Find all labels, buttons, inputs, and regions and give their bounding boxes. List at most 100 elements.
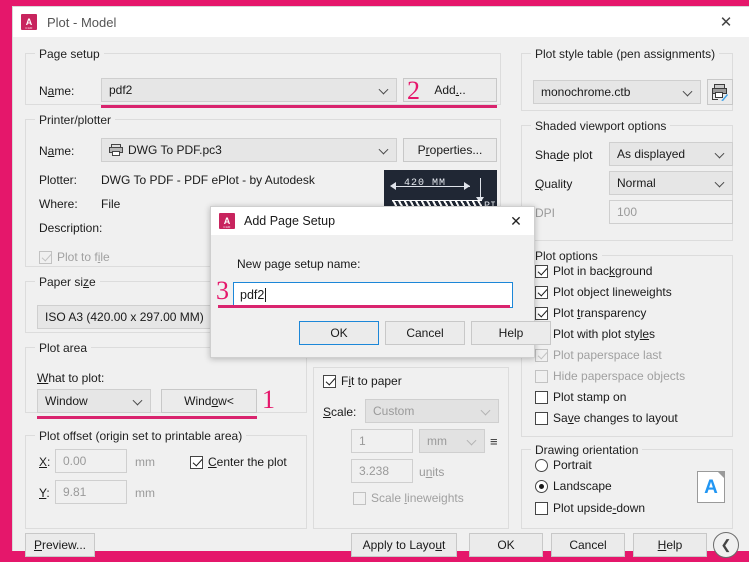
modal-close-button[interactable]: ✕ [498,207,534,235]
paper-size-legend: Paper size [35,275,100,289]
autocad-icon: A CAD [219,213,235,229]
window-button-label: Window< [184,394,234,408]
collapse-panel-button[interactable]: ❮ [713,532,739,558]
chevron-down-icon [684,87,693,96]
plot-option-label: Plot transparency [553,306,647,320]
what-to-plot-combo[interactable]: Window [37,389,151,413]
fit-to-paper-checkbox[interactable]: Fit to paper [323,374,402,388]
scale-value: Custom [373,404,415,418]
window-select-button[interactable]: Window< [161,389,257,413]
cancel-button-label: Cancel [569,538,607,552]
plot-option-label: Plot object lineweights [553,285,672,299]
screenshot-root: A CAD Plot - Model ✕ Page setup Name: pdf… [0,0,749,562]
modal-ok-button[interactable]: OK [299,321,379,345]
shade-plot-combo[interactable]: As displayed [609,142,733,166]
help-button-label: Help [657,538,683,552]
quality-combo[interactable]: Normal [609,171,733,195]
plot-style-edit-button[interactable] [707,79,733,105]
what-to-plot-value: Window [45,394,88,408]
plot-to-file-label: Plot to file [57,250,110,264]
plot-paperspace-last-checkbox[interactable]: Plot paperspace last [535,348,662,362]
annotation-underline-2 [101,105,497,108]
scale-lineweights-checkbox[interactable]: Scale lineweights [353,491,464,505]
plot-stamp-on-checkbox[interactable]: Plot stamp on [535,390,626,404]
apply-to-layout-button[interactable]: Apply to Layout [351,533,457,557]
landscape-label: Landscape [553,479,612,493]
paper-size-value: ISO A3 (420.00 x 297.00 MM) [45,310,204,324]
window-titlebar: A CAD Plot - Model ✕ [13,7,749,37]
scale-combo[interactable]: Custom [365,399,499,423]
new-page-setup-name-value: pdf2 [240,288,265,302]
chevron-down-icon [380,145,389,154]
offset-x-unit: mm [135,455,155,469]
plot-to-file-checkbox[interactable]: Plot to file [39,250,110,264]
ok-button-label: OK [497,538,515,552]
page-setup-name-label: Name: [39,84,75,98]
checkbox-box [535,411,548,425]
drawing-orientation-legend: Drawing orientation [531,443,643,457]
ok-button[interactable]: OK [469,533,543,557]
scale-numerator-input[interactable]: 1 [351,429,413,453]
plot-upside-down-checkbox[interactable]: Plot upside-down [535,501,645,515]
plot-in-background-checkbox[interactable]: Plot in background [535,264,652,278]
page-setup-name-combo[interactable]: pdf2 [101,78,397,102]
checkbox-box [535,348,548,362]
dpi-value: 100 [617,205,638,219]
scale-menu-icon[interactable]: ≡ [490,434,498,449]
center-the-plot-checkbox[interactable]: Center the plot [190,455,287,469]
plot-options-legend: Plot options [531,249,602,263]
plot-object-lineweights-checkbox[interactable]: Plot object lineweights [535,285,672,299]
plot-style-edit-icon [712,83,728,101]
modal-cancel-button[interactable]: Cancel [385,321,465,345]
chevron-down-icon [134,396,143,405]
radio-circle [535,479,548,493]
annotation-1: 1 [262,385,275,414]
hide-paperspace-objects-checkbox[interactable]: Hide paperspace objects [535,369,685,383]
offset-x-input[interactable]: 0.00 [55,449,127,473]
scale-denominator-input[interactable]: 3.238 [351,459,413,483]
plot-style-combo[interactable]: monochrome.ctb [533,80,701,104]
chevron-left-circle-icon: ❮ [720,537,732,552]
modal-help-label: Help [498,326,524,340]
plot-offset-legend: Plot offset (origin set to printable are… [35,429,247,443]
chevron-down-icon [468,436,477,445]
checkbox-box [535,285,548,299]
dpi-input[interactable]: 100 [609,200,733,224]
landscape-radio[interactable]: Landscape [535,479,612,493]
plot-option-label: Hide paperspace objects [553,369,686,383]
scale-units-label: units [419,465,445,479]
dpi-label: DPI [535,206,556,220]
printer-name-combo[interactable]: DWG To PDF.pc3 [101,138,397,162]
modal-title: Add Page Setup [244,214,336,228]
modal-body: New page setup name: pdf2 OK Cancel Help [211,235,551,357]
offset-x-label: X: [39,455,51,469]
plot-with-plot-styles-checkbox[interactable]: Plot with plot styles [535,327,655,341]
shade-plot-label: Shade plot [535,148,593,162]
help-button[interactable]: Help [633,533,707,557]
cancel-button[interactable]: Cancel [551,533,625,557]
window-title: Plot - Model [47,14,117,30]
radio-circle [535,458,548,472]
checkbox-box [535,501,548,515]
scale-numerator-value: 1 [359,434,366,448]
offset-y-input[interactable]: 9.81 [55,480,127,504]
dim-arrow-right-icon [464,182,470,190]
page-setup-legend: Page setup [35,47,104,61]
center-the-plot-label: Center the plot [208,455,287,469]
plot-transparency-checkbox[interactable]: Plot transparency [535,306,646,320]
annotation-3: 3 [216,276,229,305]
scale-lineweights-label: Scale lineweights [371,491,464,505]
save-changes-to-layout-checkbox[interactable]: Save changes to layout [535,411,678,425]
scale-unit-combo[interactable]: mm [419,429,485,453]
checkbox-box [190,455,203,469]
annotation-underline-1 [37,416,257,419]
modal-help-button[interactable]: Help [471,321,551,345]
plot-style-value: monochrome.ctb [541,85,631,99]
what-to-plot-label: What to plot: [37,371,105,385]
annotation-2: 2 [407,76,420,105]
portrait-radio[interactable]: Portrait [535,458,592,472]
portrait-label: Portrait [553,458,592,472]
printer-properties-button[interactable]: Properties... [403,138,497,162]
preview-button[interactable]: Preview... [25,533,95,557]
window-close-button[interactable]: ✕ [703,7,749,37]
